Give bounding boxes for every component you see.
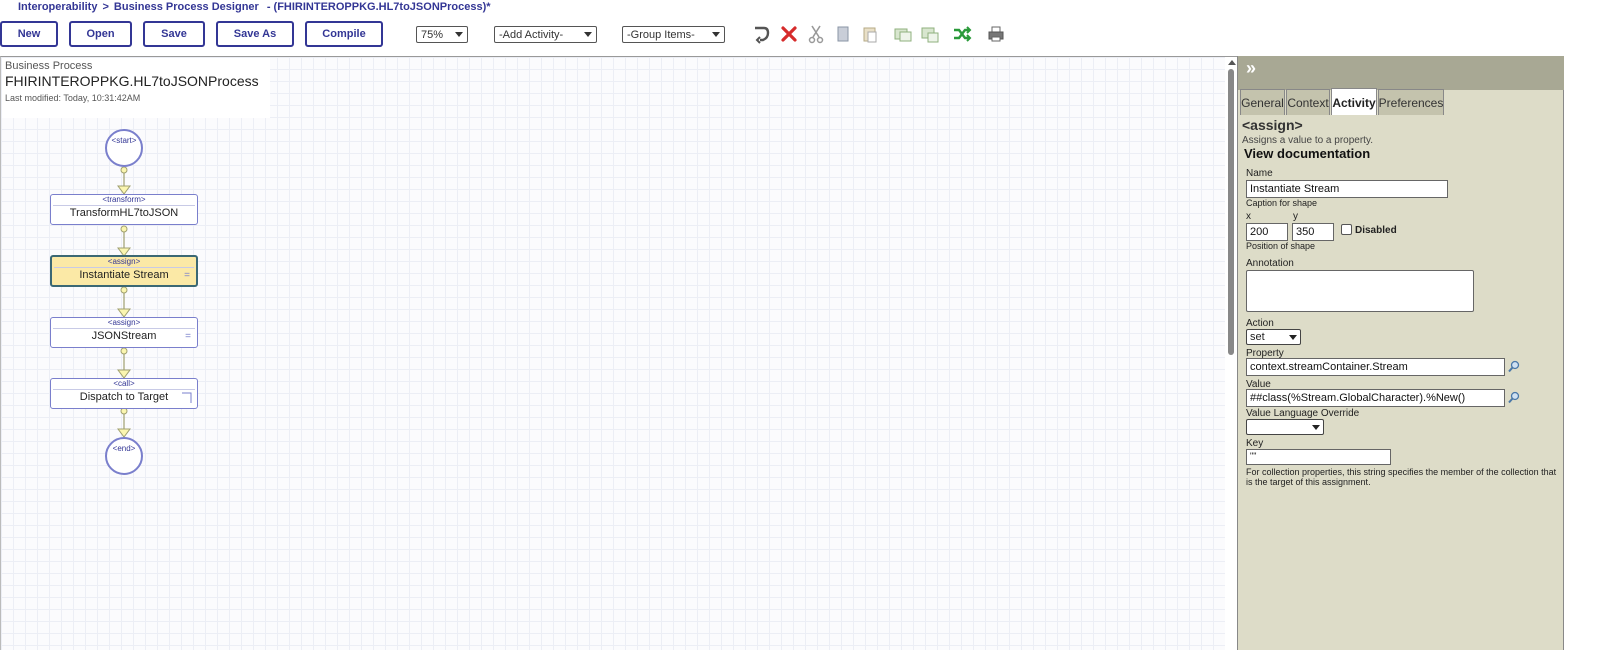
tab-preferences[interactable]: Preferences	[1378, 89, 1444, 115]
key-hint: For collection properties, this string s…	[1246, 467, 1557, 487]
call-bracket-icon	[182, 392, 192, 403]
tab-general[interactable]: General	[1240, 89, 1285, 115]
disabled-label: Disabled	[1355, 225, 1397, 236]
activity-name: JSONStream	[91, 330, 157, 342]
breadcrumb-root[interactable]: Interoperability	[18, 1, 97, 13]
scroll-up-icon[interactable]	[1228, 60, 1236, 65]
activity-shape[interactable]: <transform> TransformHL7toJSON	[50, 194, 198, 225]
print-icon[interactable]	[986, 24, 1006, 44]
key-label: Key	[1246, 438, 1264, 449]
end-label: <end>	[112, 444, 136, 453]
view-documentation-link[interactable]: View documentation	[1244, 146, 1370, 161]
collapse-panel-icon[interactable]: »	[1246, 58, 1256, 79]
activity-name: Instantiate Stream	[79, 269, 169, 281]
value-search-icon[interactable]	[1507, 391, 1521, 405]
group-icon[interactable]	[893, 24, 913, 44]
add-activity-select[interactable]: -Add Activity-	[494, 26, 597, 43]
chevron-down-icon	[584, 32, 592, 37]
name-label: Name	[1246, 168, 1273, 179]
shuffle-icon[interactable]	[952, 24, 972, 44]
paste-icon[interactable]	[860, 24, 880, 44]
annotation-label: Annotation	[1246, 258, 1294, 269]
start-label: <start>	[111, 136, 137, 145]
add-activity-value: -Add Activity-	[499, 28, 564, 41]
chevron-down-icon	[1312, 424, 1320, 430]
shape-divider	[53, 328, 195, 329]
compile-button[interactable]: Compile	[305, 21, 383, 47]
activity-type: <call>	[113, 379, 135, 388]
activity-type: <assign>	[107, 318, 141, 327]
activity-type: <transform>	[102, 195, 146, 204]
diagram-canvas[interactable]: Business Process FHIRINTEROPPKG.HL7toJSO…	[0, 56, 1237, 651]
end-node[interactable]: <end>	[105, 437, 143, 475]
activity-name: TransformHL7toJSON	[69, 207, 179, 219]
x-position-field[interactable]: 200	[1246, 223, 1288, 241]
value-field[interactable]: ##class(%Stream.GlobalCharacter).%New()	[1246, 389, 1505, 407]
toolbar: New Open Save Save As Compile 75% -Add A…	[0, 21, 1600, 47]
save-as-button[interactable]: Save As	[216, 21, 294, 47]
property-search-icon[interactable]	[1507, 360, 1521, 374]
breadcrumb: Interoperability > Business Process Design…	[18, 1, 491, 15]
delete-icon[interactable]	[779, 24, 799, 44]
assign-equals-icon: =	[184, 270, 190, 281]
group-items-select[interactable]: -Group Items-	[622, 26, 725, 43]
zoom-select[interactable]: 75%	[416, 26, 468, 43]
ungroup-icon[interactable]	[920, 24, 940, 44]
shape-divider	[53, 205, 195, 206]
activity-shape[interactable]: <call> Dispatch to Target	[50, 378, 198, 409]
activity-description: Assigns a value to a property.	[1242, 135, 1373, 146]
assign-equals-icon: =	[185, 331, 191, 342]
value-language-override-label: Value Language Override	[1246, 408, 1360, 419]
group-items-value: -Group Items-	[627, 28, 695, 41]
action-label: Action	[1246, 318, 1274, 329]
name-field[interactable]: Instantiate Stream	[1246, 180, 1448, 198]
tab-context[interactable]: Context	[1286, 89, 1330, 115]
activity-title: <assign>	[1242, 117, 1303, 133]
new-button[interactable]: New	[0, 21, 58, 47]
activity-shape-selected[interactable]: <assign> Instantiate Stream =	[50, 255, 198, 287]
shape-divider	[54, 267, 194, 268]
activity-name: Dispatch to Target	[79, 391, 169, 403]
chevron-down-icon	[455, 32, 463, 37]
key-field[interactable]: ""	[1246, 449, 1391, 465]
disabled-checkbox[interactable]	[1341, 224, 1352, 235]
start-node[interactable]: <start>	[105, 129, 143, 167]
properties-panel: » General Context Activity Preferences <…	[1237, 56, 1565, 650]
breadcrumb-separator: >	[102, 1, 109, 13]
activity-shape[interactable]: <assign> JSONStream =	[50, 317, 198, 348]
chevron-down-icon	[1289, 334, 1297, 340]
y-label: y	[1293, 211, 1298, 222]
action-select[interactable]: set	[1246, 329, 1301, 345]
cut-icon[interactable]	[806, 24, 826, 44]
panel-scroll-area	[1564, 56, 1600, 650]
document-title: - (FHIRINTEROPPKG.HL7toJSONProcess)*	[266, 1, 491, 13]
x-label: x	[1246, 211, 1251, 222]
action-value: set	[1250, 331, 1265, 343]
activity-tab-body: <assign> Assigns a value to a property. …	[1239, 115, 1562, 650]
breadcrumb-page[interactable]: Business Process Designer	[114, 1, 259, 13]
copy-icon[interactable]	[833, 24, 853, 44]
chevron-down-icon	[712, 32, 720, 37]
panel-header: »	[1238, 56, 1565, 90]
annotation-textarea[interactable]	[1246, 270, 1474, 312]
property-field[interactable]: context.streamContainer.Stream	[1246, 358, 1505, 376]
shape-divider	[53, 389, 195, 390]
canvas-scrollbar[interactable]	[1225, 57, 1237, 651]
scroll-thumb[interactable]	[1228, 69, 1234, 355]
tab-activity[interactable]: Activity	[1331, 88, 1377, 116]
save-button[interactable]: Save	[143, 21, 205, 47]
y-position-field[interactable]: 350	[1292, 223, 1334, 241]
activity-type: <assign>	[107, 257, 141, 266]
position-hint: Position of shape	[1246, 241, 1316, 251]
value-language-override-select[interactable]	[1246, 419, 1324, 435]
name-hint: Caption for shape	[1246, 198, 1318, 208]
open-button[interactable]: Open	[69, 21, 132, 47]
undo-icon[interactable]	[751, 24, 771, 44]
zoom-value: 75%	[421, 28, 444, 41]
